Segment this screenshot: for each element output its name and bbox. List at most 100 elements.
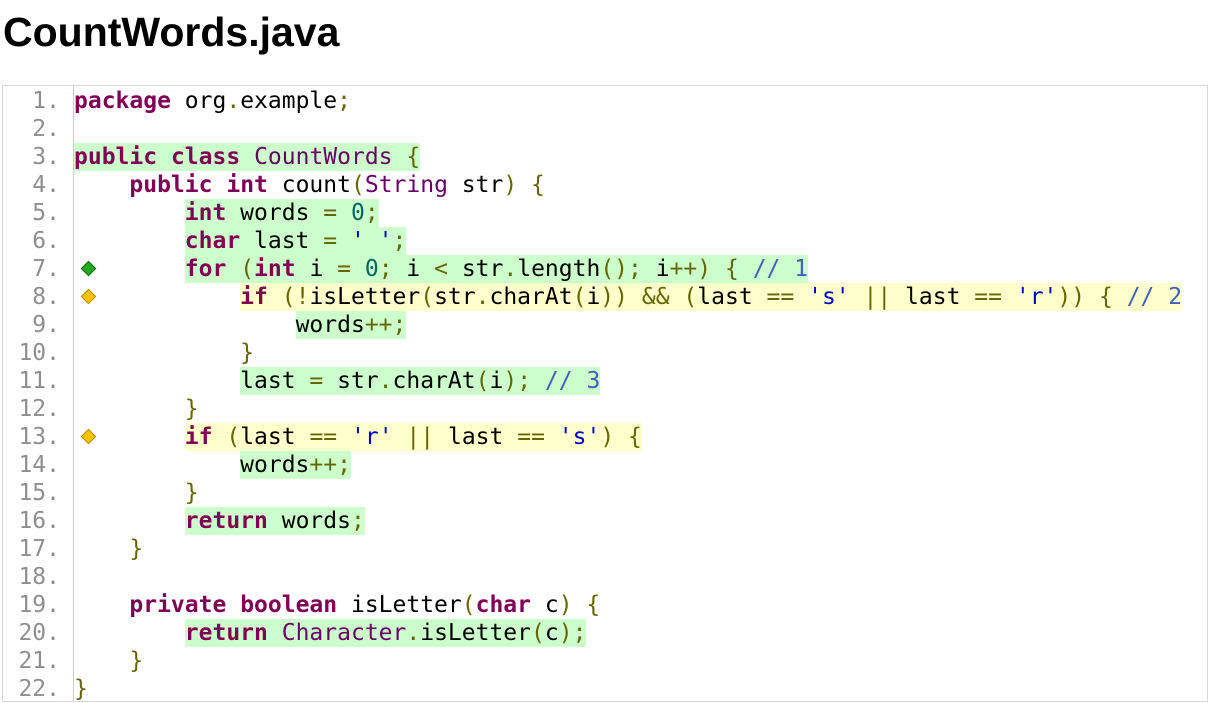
code-text: }	[129, 647, 143, 675]
code-token: (	[531, 620, 545, 646]
code-token: charAt	[392, 368, 476, 394]
code-token: words	[226, 200, 324, 226]
line-number: 8.	[32, 284, 60, 310]
code-token: last	[434, 424, 518, 450]
code-token: 's'	[808, 284, 850, 310]
code-token: }	[129, 536, 144, 562]
line-number: 3.	[32, 144, 60, 170]
code-token: {	[586, 592, 601, 618]
line-number: 20.	[18, 620, 60, 646]
line-code: return Character.isLetter(c);	[74, 619, 587, 647]
code-token: 'r'	[351, 424, 393, 450]
code-token: isLetter	[420, 620, 531, 646]
code-token: .	[475, 284, 490, 310]
line-code: int words = 0;	[74, 199, 379, 227]
code-token: {	[406, 144, 421, 170]
code-token: charAt	[489, 284, 573, 310]
line-code: package org.example;	[74, 87, 351, 115]
code-token: );	[558, 620, 587, 646]
code-token: org	[170, 88, 227, 114]
code-token: // 1	[752, 256, 809, 282]
line-number: 9.	[32, 312, 60, 338]
line-number: 15.	[18, 480, 60, 506]
code-token: &&	[641, 284, 670, 310]
code-token: (	[683, 284, 698, 310]
code-token: public	[129, 172, 213, 198]
code-token: return	[184, 508, 268, 534]
code-token: ;	[378, 256, 393, 282]
code-token: ++;	[364, 312, 407, 338]
code-token: {	[628, 424, 642, 450]
code-token: words	[240, 452, 310, 478]
code-token: i	[641, 256, 670, 282]
code-token: i	[489, 368, 504, 394]
code-token: .	[378, 368, 393, 394]
code-token: ++;	[309, 452, 351, 478]
line-number: 10.	[18, 340, 60, 366]
code-token: {	[531, 172, 545, 198]
code-token: ;	[364, 200, 379, 226]
code-text: return words;	[184, 507, 365, 535]
code-token: ' '	[350, 228, 393, 254]
code-token: 'r'	[1015, 284, 1058, 310]
code-token: return	[184, 620, 268, 646]
line-number: 16.	[18, 508, 60, 534]
code-text: if (!isLetter(str.charAt(i)) && (last ==…	[240, 283, 1183, 311]
code-token: isLetter	[337, 592, 462, 618]
line-code: words++;	[74, 311, 407, 339]
code-text: }	[185, 395, 199, 423]
code-token: c	[531, 592, 559, 618]
code-token: ==	[517, 424, 545, 450]
code-token: CountWords	[254, 144, 393, 170]
code-token: ==	[974, 284, 1002, 310]
code-token: public	[74, 144, 158, 170]
code-token: .	[503, 256, 518, 282]
code-token: words	[267, 508, 351, 534]
code-token: (	[420, 284, 435, 310]
code-token: }	[240, 340, 255, 366]
code-text: char last = ' ';	[184, 227, 407, 255]
code-token: (	[475, 368, 490, 394]
line-code: }	[74, 395, 199, 423]
code-token: str	[447, 256, 504, 282]
code-token: .	[226, 88, 241, 114]
line-number: 5.	[32, 200, 60, 226]
code-text: }	[129, 535, 143, 563]
code-token: }	[129, 648, 144, 674]
line-code: if (!isLetter(str.charAt(i)) && (last ==…	[74, 283, 1183, 311]
line-number: 4.	[32, 172, 60, 198]
code-token: {	[724, 256, 739, 282]
line-code: public class CountWords {	[74, 143, 421, 171]
code-text: }	[240, 339, 254, 367]
code-token: words	[295, 312, 365, 338]
code-text: }	[74, 675, 88, 701]
line-number: 7.	[32, 256, 60, 282]
line-number: 6.	[32, 228, 60, 254]
code-token: str	[447, 172, 504, 198]
code-token: for	[184, 256, 227, 282]
code-token: ))	[1057, 284, 1086, 310]
code-token: (	[461, 592, 476, 618]
code-token: );	[503, 368, 532, 394]
line-number: 17.	[18, 536, 60, 562]
